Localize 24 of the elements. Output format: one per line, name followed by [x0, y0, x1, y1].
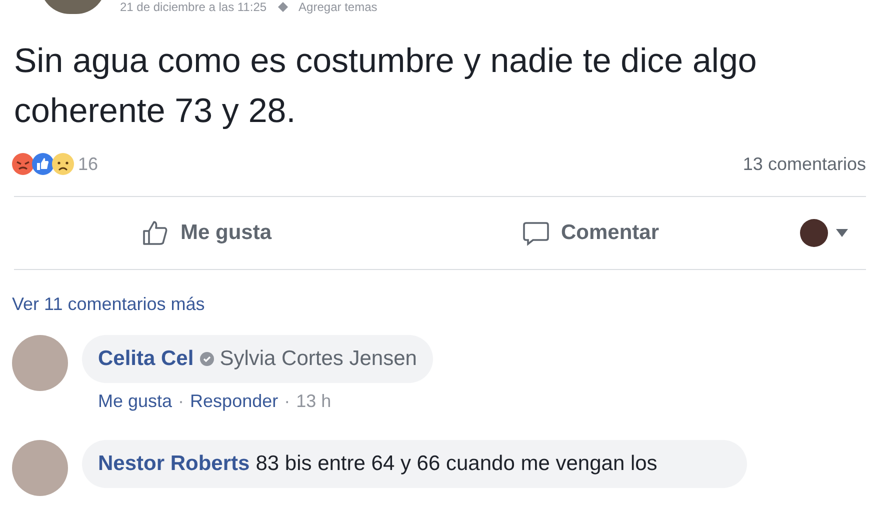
more-comments-link[interactable]: Ver 11 comentarios más: [12, 294, 205, 315]
avatar[interactable]: [800, 219, 828, 247]
angry-face-icon: [12, 153, 34, 175]
comment-action-link[interactable]: Me gusta: [98, 391, 172, 412]
commenter-name[interactable]: Nestor Roberts: [98, 452, 250, 476]
tag-icon: [276, 1, 289, 13]
commenter-name[interactable]: Celita Cel: [98, 347, 194, 371]
comment-count[interactable]: 13 comentarios: [742, 154, 866, 174]
comment-action-link[interactable]: Responder: [190, 391, 278, 412]
add-topics-link[interactable]: Agregar temas: [298, 0, 378, 14]
like-button[interactable]: Me gusta: [14, 217, 398, 249]
thumbs-up-icon: [32, 153, 54, 175]
caret-icon: [836, 229, 848, 237]
reaction-count[interactable]: 16: [78, 154, 98, 174]
separator-dot: ·: [178, 391, 184, 412]
sad-face-icon: [52, 153, 74, 175]
post-timestamp[interactable]: 21 de diciembre a las 11:25: [120, 0, 267, 14]
separator-dot: ·: [284, 391, 290, 412]
comment-text: 83 bis entre 64 y 66 cuando me vengan los: [256, 452, 658, 476]
comment-button[interactable]: Comentar: [398, 217, 782, 249]
tagged-name[interactable]: Sylvia Cortes Jensen: [220, 347, 417, 371]
check-icon: [200, 352, 214, 366]
post-text: Sin agua como es costumbre y nadie te dice algo coherente 73 y 28.: [13, 41, 758, 132]
comment-time[interactable]: 13 h: [296, 391, 332, 412]
